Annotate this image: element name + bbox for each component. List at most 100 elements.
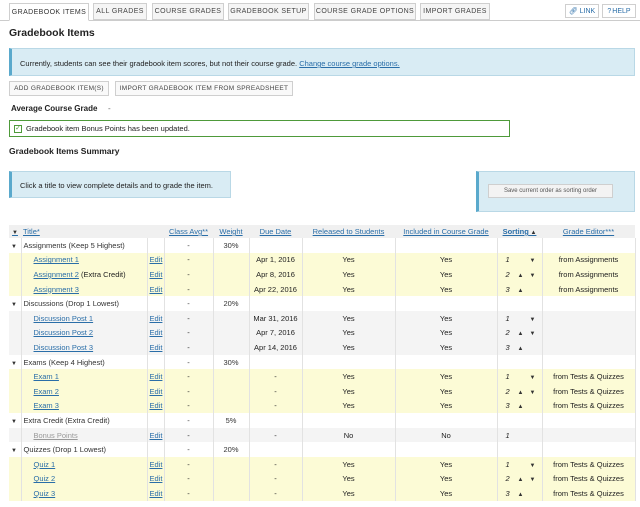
item-row: Bonus Points Edit - - No No 1 [9, 427, 636, 443]
help-button[interactable]: ? HELP [602, 4, 636, 18]
sorting-cell: 2 ▲ ▼ [497, 383, 543, 399]
item-title-cell: Exam 3 [21, 398, 148, 414]
move-up-icon[interactable]: ▲ [518, 492, 530, 498]
item-title-link[interactable]: Discussion Post 3 [34, 343, 94, 352]
category-toggle[interactable]: ▼ [9, 413, 22, 428]
item-due-date: - [249, 471, 303, 487]
item-title-link[interactable]: Quiz 1 [34, 460, 56, 469]
move-down-icon[interactable]: ▼ [530, 477, 536, 483]
blank [9, 267, 22, 282]
tab-all-grades[interactable]: ALL GRADES [93, 3, 147, 20]
item-title-link[interactable]: Assignment 2 [34, 270, 79, 279]
edit-link[interactable]: Edit [150, 401, 163, 410]
edit-link[interactable]: Edit [150, 387, 163, 396]
move-down-icon[interactable]: ▼ [530, 258, 536, 264]
edit-link[interactable]: Edit [150, 489, 163, 498]
tab-gradebook-setup[interactable]: GRADEBOOK SETUP [228, 3, 309, 20]
move-up-icon[interactable]: ▲ [518, 390, 530, 396]
category-toggle[interactable]: ▼ [9, 442, 22, 457]
tab-course-grades[interactable]: COURSE GRADES [152, 3, 224, 20]
sorting-cell: 3 ▲ [497, 340, 543, 355]
edit-link[interactable]: Edit [150, 343, 163, 352]
move-down-icon[interactable]: ▼ [530, 273, 536, 279]
item-title-link[interactable]: Bonus Points [34, 431, 78, 440]
column-included[interactable]: Included in Course Grade [395, 225, 497, 238]
column-due-date[interactable]: Due Date [249, 225, 302, 238]
summary-title: Gradebook Items Summary [9, 146, 120, 156]
item-included: Yes [395, 471, 498, 487]
add-gradebook-item-button[interactable]: ADD GRADEBOOK ITEM(S) [9, 81, 109, 96]
item-title-link[interactable]: Quiz 3 [34, 489, 56, 498]
move-up-icon[interactable]: ▲ [518, 404, 530, 410]
item-row: Quiz 3 Edit - - Yes Yes 3 ▲ from Tests & Quizzes [9, 486, 636, 501]
category-toggle[interactable]: ▼ [9, 296, 22, 311]
move-down-icon[interactable]: ▼ [530, 317, 536, 323]
column-released[interactable]: Released to Students [302, 225, 395, 238]
edit-link[interactable]: Edit [150, 460, 163, 469]
tab-course-grade-options[interactable]: COURSE GRADE OPTIONS [314, 3, 416, 20]
item-row: Assignment 1 Edit - Apr 1, 2016 Yes Yes 1 ▼ from… [9, 252, 636, 268]
tab-gradebook-items[interactable]: GRADEBOOK ITEMS [9, 3, 89, 21]
sorting-cell: 2 ▲ ▼ [497, 267, 543, 282]
column-weight[interactable]: Weight [213, 225, 249, 238]
column-class-avg[interactable]: Class Avg** [164, 225, 213, 238]
edit-link[interactable]: Edit [150, 285, 163, 294]
move-up-icon[interactable]: ▲ [518, 346, 530, 352]
column-title[interactable]: Title* [21, 225, 147, 238]
item-due-date: Mar 31, 2016 [249, 310, 303, 326]
move-up-icon[interactable]: ▲ [518, 288, 530, 294]
edit-link[interactable]: Edit [150, 270, 163, 279]
item-included: Yes [395, 252, 498, 268]
edit-link[interactable]: Edit [150, 328, 163, 337]
category-toggle[interactable]: ▼ [9, 238, 22, 253]
item-title-link[interactable]: Assignment 1 [34, 255, 79, 264]
item-row: Assignment 2 (Extra Credit) Edit - Apr 8, 2… [9, 267, 636, 282]
link-button[interactable]: 🔗︎ LINK [565, 4, 599, 18]
item-grade-editor: from Assignments [542, 252, 636, 268]
column-grade-editor[interactable]: Grade Editor*** [542, 225, 635, 238]
change-course-grade-options-link[interactable]: Change course grade options. [299, 59, 400, 68]
move-up-icon[interactable]: ▲ [518, 273, 530, 279]
column-sorting[interactable]: Sorting ▲ [497, 225, 542, 238]
save-sorting-order-button[interactable]: Save current order as sorting order [488, 184, 613, 198]
import-from-spreadsheet-button[interactable]: IMPORT GRADEBOOK ITEM FROM SPREADSHEET [115, 81, 293, 96]
item-title-link[interactable]: Exam 1 [34, 372, 59, 381]
sorting-cell: 2 ▲ ▼ [497, 471, 543, 487]
item-title-link[interactable]: Discussion Post 2 [34, 328, 94, 337]
item-avg: - [164, 252, 214, 268]
item-title-link[interactable]: Assignment 3 [34, 285, 79, 294]
edit-link[interactable]: Edit [150, 474, 163, 483]
item-title-link[interactable]: Exam 2 [34, 387, 59, 396]
collapse-all-toggle[interactable]: ▼ [9, 225, 21, 238]
item-grade-editor: from Assignments [542, 281, 636, 297]
edit-link[interactable]: Edit [150, 255, 163, 264]
move-down-icon[interactable]: ▼ [530, 375, 536, 381]
category-weight: 20% [213, 296, 250, 311]
item-title-link[interactable]: Exam 3 [34, 401, 59, 410]
edit-link[interactable]: Edit [150, 314, 163, 323]
edit-cell: Edit [147, 252, 165, 268]
edit-link[interactable]: Edit [150, 372, 163, 381]
move-up-icon[interactable]: ▲ [518, 477, 530, 483]
item-released: Yes [302, 383, 396, 399]
blank [249, 296, 303, 311]
item-released: Yes [302, 340, 396, 355]
item-weight [213, 486, 250, 501]
move-down-icon[interactable]: ▼ [530, 390, 536, 396]
move-down-icon[interactable]: ▼ [530, 331, 536, 337]
item-grade-editor [542, 427, 636, 443]
item-released: Yes [302, 252, 396, 268]
tab-import-grades[interactable]: IMPORT GRADES [420, 3, 490, 20]
gradebook-items-table: ▼ Title* Class Avg** Weight Due Date Rel… [9, 225, 636, 501]
edit-link[interactable]: Edit [150, 431, 163, 440]
category-toggle[interactable]: ▼ [9, 354, 22, 370]
blank [542, 296, 636, 311]
move-down-icon[interactable]: ▼ [530, 463, 536, 469]
item-title-link[interactable]: Quiz 2 [34, 474, 56, 483]
item-included: Yes [395, 281, 498, 297]
blank [497, 238, 543, 253]
blank [497, 413, 543, 428]
sorting-cell: 1 ▼ [497, 252, 543, 268]
item-title-link[interactable]: Discussion Post 1 [34, 314, 94, 323]
move-up-icon[interactable]: ▲ [518, 331, 530, 337]
